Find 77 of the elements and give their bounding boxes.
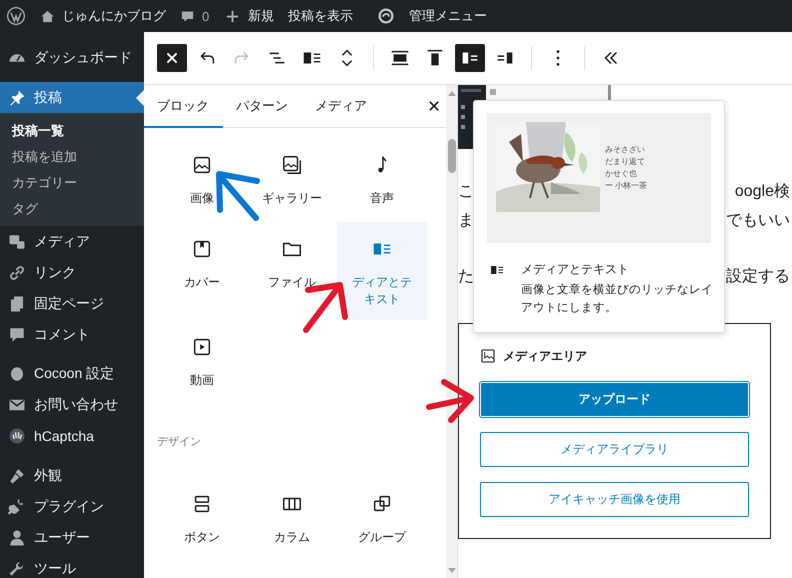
- images-icon: [8, 232, 26, 250]
- sidebar-item[interactable]: メディア: [0, 226, 144, 257]
- media-button[interactable]: アイキャッチ画像を使用: [480, 482, 749, 517]
- block-item[interactable]: ファイル: [247, 222, 337, 320]
- block-item[interactable]: ボタン: [157, 477, 247, 561]
- inserter-tab[interactable]: パターン: [223, 85, 302, 128]
- category-heading: デザイン: [157, 435, 202, 450]
- image-icon: [191, 154, 213, 176]
- video-icon: [191, 336, 213, 358]
- paragraph-text: ま: [458, 211, 474, 231]
- paragraph-text: oogle検: [734, 182, 790, 202]
- plus-icon[interactable]: [225, 8, 240, 24]
- comment-count[interactable]: 0: [202, 8, 210, 24]
- block-description: 画像と文章を横並びのリッチなレイアウトにします。: [521, 282, 714, 316]
- paragraph-text: 設定する: [726, 266, 790, 287]
- sidebar-item[interactable]: ダッシュボード: [0, 42, 144, 73]
- block-item[interactable]: カバー: [157, 222, 247, 320]
- pin-icon: [8, 88, 26, 106]
- scroll-thumb[interactable]: [448, 139, 456, 173]
- comment-icon: [8, 326, 26, 344]
- block-item[interactable]: 画像: [157, 138, 247, 222]
- block-title: メディアとテキスト: [521, 261, 629, 278]
- submenu-item[interactable]: 投稿を追加: [12, 144, 77, 170]
- comment-icon[interactable]: [180, 8, 195, 24]
- submenu-item[interactable]: カテゴリー: [12, 170, 77, 196]
- wrench-icon: [8, 560, 26, 578]
- sidebar-item[interactable]: 外観: [0, 460, 144, 491]
- block-item[interactable]: ディアとテキスト: [337, 222, 427, 320]
- new-link[interactable]: 新規: [248, 7, 274, 25]
- block-item[interactable]: 動画: [157, 320, 247, 404]
- sidebar-item[interactable]: hCaptcha: [0, 420, 144, 451]
- sidebar-item[interactable]: 投稿: [0, 82, 144, 113]
- sidebar-item[interactable]: Cocoon 設定: [0, 358, 144, 389]
- submenu-item[interactable]: タグ: [12, 196, 38, 222]
- admin-bar-link[interactable]: 管理メニュー: [409, 7, 488, 25]
- admin-bar-link[interactable]: 投稿を表示: [288, 7, 354, 25]
- block-item[interactable]: グループ: [337, 477, 427, 561]
- link-icon: [8, 264, 26, 282]
- placeholder-title: メディアエリア: [503, 348, 587, 364]
- paragraph-text: こ: [458, 182, 474, 202]
- submenu-item[interactable]: 投稿一覧: [12, 118, 64, 144]
- inserter-tab[interactable]: ブロック: [144, 85, 223, 128]
- preview-text: ー 小林一茶: [605, 180, 648, 192]
- oval-icon: [8, 364, 26, 382]
- gallery-icon: [281, 154, 303, 176]
- preview-text: だまり返て: [605, 156, 646, 168]
- sidebar-item[interactable]: プラグイン: [0, 491, 144, 522]
- close-button[interactable]: [157, 44, 187, 72]
- block-item[interactable]: 音声: [337, 138, 427, 222]
- inserter-tab[interactable]: メディア: [302, 85, 381, 128]
- home-icon[interactable]: [40, 8, 55, 24]
- sidebar-item[interactable]: ユーザー: [0, 522, 144, 553]
- swirl-icon[interactable]: [377, 7, 396, 25]
- sidebar-item[interactable]: ツール: [0, 553, 144, 578]
- media-button[interactable]: メディアライブラリ: [480, 432, 749, 467]
- hand-icon: [8, 426, 26, 444]
- sidebar-item[interactable]: お問い合わせ: [0, 389, 144, 420]
- paragraph-text: でもいい: [726, 211, 790, 231]
- scrollbar[interactable]: [446, 85, 457, 578]
- sidebar-item[interactable]: リンク: [0, 257, 144, 288]
- brush-icon: [8, 466, 26, 484]
- pages-icon: [8, 294, 26, 312]
- wordpress-logo[interactable]: [6, 6, 26, 26]
- preview-text: かせぐ也: [605, 168, 638, 180]
- block-item[interactable]: ギャラリー: [247, 138, 337, 222]
- sidebar-item[interactable]: コメント: [0, 319, 144, 350]
- paragraph-text: た: [458, 267, 474, 287]
- image-icon: [480, 348, 496, 364]
- plug-icon: [8, 498, 26, 516]
- user-icon: [8, 528, 26, 546]
- upload-button[interactable]: アップロード: [480, 382, 749, 417]
- cover-icon: [191, 238, 213, 260]
- block-item[interactable]: カラム: [247, 477, 337, 561]
- media-left-button[interactable]: [455, 44, 485, 72]
- sidebar-item[interactable]: 固定ページ: [0, 288, 144, 319]
- site-name-link[interactable]: じゅんにかブログ: [62, 7, 166, 25]
- preview-text: みそさざい: [605, 144, 646, 156]
